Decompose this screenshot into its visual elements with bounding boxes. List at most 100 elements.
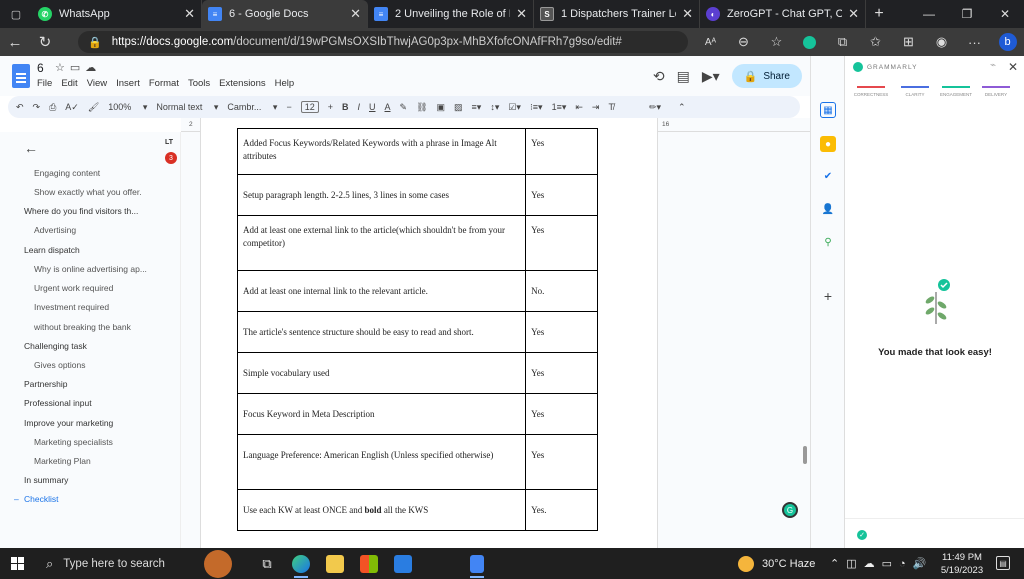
- zoom-icon[interactable]: ⊖: [727, 34, 760, 50]
- redo-icon[interactable]: ↷: [33, 102, 41, 113]
- maps-icon[interactable]: ⚲: [820, 234, 836, 250]
- new-tab-button[interactable]: +: [866, 0, 892, 28]
- outline-item[interactable]: Professional input: [24, 398, 92, 408]
- outline-item[interactable]: without breaking the bank: [34, 322, 131, 332]
- comments-icon[interactable]: ▤: [677, 68, 690, 85]
- zoom-select[interactable]: 100% ▾: [108, 102, 147, 113]
- task-view-icon[interactable]: ⧉: [250, 548, 284, 579]
- comment-icon[interactable]: ▣: [437, 102, 446, 113]
- grammarly-floating-icon[interactable]: G: [782, 502, 798, 518]
- more-icon[interactable]: ···: [958, 35, 991, 50]
- maximize-icon[interactable]: ❐: [948, 0, 986, 28]
- close-panel-icon[interactable]: ✕: [1008, 60, 1018, 74]
- table-cell-status[interactable]: No.: [525, 270, 598, 312]
- outline-item[interactable]: Show exactly what you offer.: [34, 187, 142, 197]
- outline-item[interactable]: Where do you find visitors th...: [24, 206, 138, 216]
- outline-item[interactable]: Marketing specialists: [34, 437, 113, 447]
- minimize-icon[interactable]: —: [910, 0, 948, 28]
- category-engagement[interactable]: ENGAGEMENT: [936, 86, 976, 97]
- outline-item[interactable]: Urgent work required: [34, 283, 113, 293]
- outline-item[interactable]: Partnership: [24, 379, 67, 389]
- scrollbar-thumb[interactable]: [803, 446, 807, 464]
- battery-icon[interactable]: ▭: [882, 557, 892, 570]
- keep-icon[interactable]: ●: [820, 136, 836, 152]
- table-cell-task[interactable]: Setup paragraph length. 2-2.5 lines, 3 l…: [236, 174, 527, 216]
- image-icon[interactable]: ▨: [454, 102, 463, 113]
- taskbar-search[interactable]: ⌕ Type here to search: [34, 548, 194, 579]
- table-cell-status[interactable]: Yes: [525, 434, 598, 490]
- store-icon[interactable]: [352, 548, 386, 579]
- outline-item[interactable]: Improve your marketing: [24, 418, 113, 428]
- table-cell-status[interactable]: Yes: [525, 215, 598, 271]
- outline-item[interactable]: Investment required: [34, 302, 109, 312]
- tasks-icon[interactable]: ✔: [820, 168, 836, 184]
- link-icon[interactable]: ⛓: [416, 102, 427, 113]
- outline-item[interactable]: Marketing Plan: [34, 456, 91, 466]
- outline-item[interactable]: Learn dispatch: [24, 245, 80, 255]
- contacts-icon[interactable]: 👤: [820, 201, 836, 217]
- outline-item[interactable]: Gives options: [34, 360, 86, 370]
- menu-insert[interactable]: Insert: [116, 78, 140, 89]
- style-select[interactable]: Normal text ▾: [156, 102, 218, 113]
- notification-icon[interactable]: ▤: [996, 556, 1010, 570]
- meet-icon[interactable]: ▶▾: [702, 68, 720, 85]
- decrease-font-size-icon[interactable]: −: [286, 102, 291, 112]
- grammarly-extension-icon[interactable]: [793, 35, 826, 49]
- table-cell-status[interactable]: Yes: [525, 393, 598, 435]
- table-cell-task[interactable]: Add at least one internal link to the re…: [236, 270, 527, 312]
- close-tab-icon[interactable]: ✕: [848, 6, 859, 22]
- search-highlight-image[interactable]: [194, 548, 250, 579]
- close-window-icon[interactable]: ✕: [986, 0, 1024, 28]
- outline-item[interactable]: Challenging task: [24, 341, 87, 351]
- taskbar-clock[interactable]: 11:49 PM 5/19/2023: [934, 551, 990, 577]
- tab-unveiling-role[interactable]: ≡ 2 Unveiling the Role of Indep ✕: [368, 0, 534, 28]
- table-cell-status[interactable]: Yes: [525, 352, 598, 394]
- wifi-icon[interactable]: ◔: [899, 558, 906, 570]
- bullet-list-icon[interactable]: ⁝≡▾: [530, 102, 543, 113]
- category-delivery[interactable]: DELIVERY: [976, 86, 1016, 97]
- table-cell-task[interactable]: The article's sentence structure should …: [236, 311, 527, 353]
- spellcheck-icon[interactable]: A✓: [65, 102, 79, 113]
- tab-whatsapp[interactable]: ✆ WhatsApp ✕: [32, 0, 202, 28]
- table-cell-status[interactable]: Yes: [525, 311, 598, 353]
- collections-icon[interactable]: ⊞: [892, 34, 925, 50]
- menu-edit[interactable]: Edit: [61, 78, 77, 89]
- numbered-list-icon[interactable]: 1≡▾: [552, 102, 567, 113]
- share-button[interactable]: 🔒 Share: [731, 64, 802, 88]
- languagetool-badge[interactable]: LT 3: [165, 138, 181, 168]
- tab-zerogpt[interactable]: ◐ ZeroGPT - Chat GPT, Open AI ✕: [700, 0, 866, 28]
- increase-indent-icon[interactable]: ⇥: [592, 102, 600, 113]
- text-color-icon[interactable]: A: [385, 102, 391, 112]
- calendar-icon[interactable]: ▦: [820, 102, 836, 118]
- highlight-icon[interactable]: ✎: [400, 102, 408, 113]
- table-cell-task[interactable]: Focus Keyword in Meta Description: [236, 393, 527, 435]
- docs-logo-icon[interactable]: [12, 64, 30, 88]
- edge-taskbar-icon[interactable]: [284, 548, 318, 579]
- version-history-icon[interactable]: ⟲: [653, 68, 665, 85]
- close-tab-icon[interactable]: ✕: [350, 6, 361, 22]
- font-select[interactable]: Cambr... ▾: [227, 102, 277, 113]
- profile-icon[interactable]: ◉: [925, 34, 958, 50]
- star-icon[interactable]: ☆: [55, 62, 70, 74]
- read-aloud-icon[interactable]: Aᴬ: [694, 37, 727, 48]
- table-cell-task[interactable]: Use each KW at least ONCE and bold all t…: [236, 489, 527, 531]
- table-cell-task[interactable]: Language Preference: American English (U…: [236, 434, 527, 490]
- outline-item[interactable]: Advertising: [34, 225, 76, 235]
- menu-view[interactable]: View: [87, 78, 107, 89]
- table-cell-task[interactable]: Added Focus Keywords/Related Keywords wi…: [236, 128, 527, 175]
- category-correctness[interactable]: CORRECTNESS: [851, 86, 891, 97]
- font-size-input[interactable]: 12: [300, 101, 319, 113]
- paint-format-icon[interactable]: 🖌: [88, 102, 99, 113]
- grammarly-check-icon[interactable]: ✓: [857, 530, 867, 540]
- favorite-star-icon[interactable]: ☆: [760, 34, 793, 50]
- line-spacing-icon[interactable]: ↕▾: [490, 102, 499, 113]
- close-outline-icon[interactable]: ←: [24, 140, 38, 156]
- docs-taskbar-icon[interactable]: [460, 548, 494, 579]
- print-icon[interactable]: ⎙: [49, 102, 56, 113]
- menu-help[interactable]: Help: [275, 78, 295, 89]
- clear-format-icon[interactable]: T̸: [608, 102, 614, 112]
- outline-item[interactable]: In summary: [24, 475, 68, 485]
- table-cell-task[interactable]: Simple vocabulary used: [236, 352, 527, 394]
- window-menu-icon[interactable]: ▢: [0, 0, 32, 28]
- reload-icon[interactable]: ↻: [30, 33, 60, 51]
